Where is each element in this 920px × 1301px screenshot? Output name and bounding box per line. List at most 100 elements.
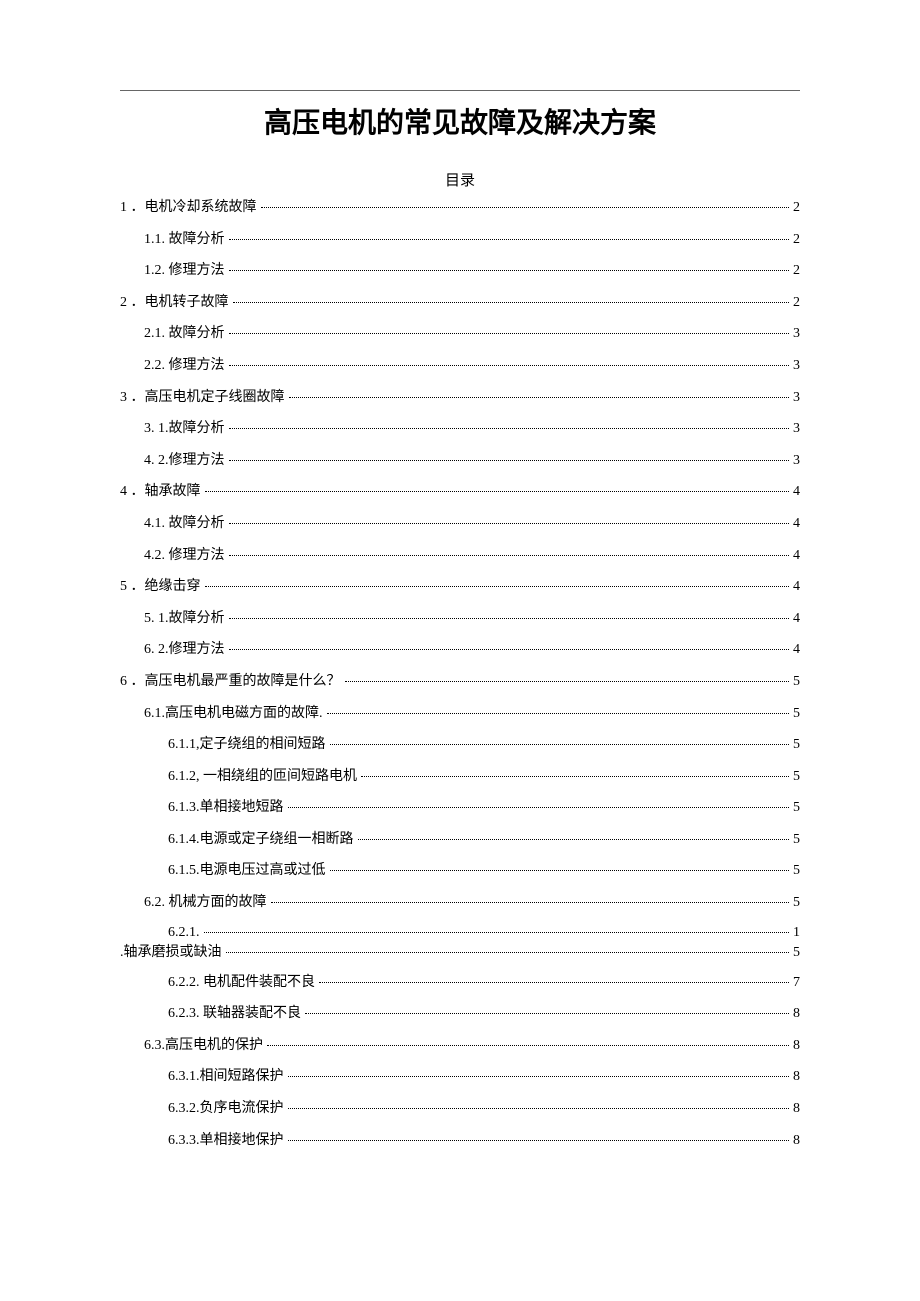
toc-entry: 4 ．轴承故障 4 [120,482,800,502]
toc-label: 3 ．高压电机定子线圈故障 [120,388,285,408]
toc-leader-dots [345,681,790,682]
toc-label: 6.2.1. [168,925,200,941]
toc-leader-dots [229,428,790,429]
toc-label: 6.2.2. 电机配件装配不良 [168,973,315,993]
toc-label: 5 ．绝缘击穿 [120,577,201,597]
toc-label: 4.1. 故障分析 [144,514,225,534]
toc-entry: 4.1. 故障分析 4 [120,514,800,534]
toc-leader-dots [288,1076,790,1077]
toc-leader-dots [288,807,790,808]
toc-label: 6.3.3.单相接地保护 [168,1131,284,1151]
toc-entry: 6.1.2, 一相绕组的匝间短路电机5 [120,767,800,787]
toc-page-number: 2 [793,198,800,218]
toc-entry: 4.2. 修理方法 4 [120,546,800,566]
toc-leader-dots [288,1108,790,1109]
toc-page-number: 4 [793,640,800,660]
toc-page-number: 8 [793,1099,800,1119]
toc-leader-dots [330,744,790,745]
toc-page-number: 3 [793,324,800,344]
toc-entry: 6. 2.修理方法 4 [120,640,800,660]
toc-label: 4 ．轴承故障 [120,482,201,502]
toc-page-number: 2 [793,261,800,281]
toc-entry: 6.3.2.负序电流保护 8 [120,1099,800,1119]
toc-entry: 6.3.3.单相接地保护 8 [120,1131,800,1151]
toc-header: 目录 [120,169,800,190]
toc-label: 6.1.4.电源或定子绕组一相断路 [168,830,354,850]
toc-label: 2 ．电机转子故障 [120,293,229,313]
toc-entry: 2 ．电机转子故障 2 [120,293,800,313]
toc-entry: 6.2. 机械方面的故障5 [120,893,800,913]
toc-label: 6.2. 机械方面的故障 [144,893,267,913]
toc-entry: 6.1.4.电源或定子绕组一相断路 5 [120,830,800,850]
toc-label: 6. 2.修理方法 [144,640,225,660]
toc-page-number: 2 [793,230,800,250]
toc-entry: 5. 1.故障分析4 [120,609,800,629]
toc-label: 1.1. 故障分析 [144,230,225,250]
toc-leader-dots [229,523,790,524]
toc-page-number: 4 [793,514,800,534]
toc-page-number: 8 [793,1036,800,1056]
toc-leader-dots [267,1045,789,1046]
toc-label: 6.1.2, 一相绕组的匝间短路电机 [168,767,357,787]
toc-page-number: 3 [793,356,800,376]
toc-page-number: 7 [793,973,800,993]
toc-label: .轴承磨损或缺油 [120,941,222,961]
toc-leader-dots [233,302,790,303]
toc-label: 6.3.2.负序电流保护 [168,1099,284,1119]
toc-leader-dots [289,397,790,398]
toc-leader-dots [205,491,790,492]
toc-leader-dots [261,207,790,208]
toc-entry: 6.1.3.单相接地短路 5 [120,798,800,818]
toc-page-number: 5 [793,704,800,724]
toc-entry: 4. 2.修理方法3 [120,451,800,471]
toc-page-number: 5 [793,798,800,818]
toc-label: 1.2. 修理方法 [144,261,225,281]
toc-page-number: 8 [793,1131,800,1151]
toc-label: 6.1.3.单相接地短路 [168,798,284,818]
toc-leader-dots [229,333,790,334]
toc-page-number: 5 [793,830,800,850]
toc-page-number: 5 [793,861,800,881]
toc-label: 6.1.高压电机电磁方面的故障. [144,704,323,724]
toc-page-number: 3 [793,451,800,471]
toc-leader-dots [327,713,790,714]
toc-entry: 6.2.3. 联轴器装配不良8 [120,1004,800,1024]
toc-page-number: 8 [793,1004,800,1024]
toc-label: 1 ．电机冷却系统故障 [120,198,257,218]
toc-leader-dots [229,365,790,366]
toc-page-number: 3 [793,388,800,408]
toc-leader-dots [229,239,790,240]
toc-leader-dots [205,586,790,587]
toc-leader-dots [229,649,790,650]
toc-entry: 6.1.5.电源电压过高或过低 5 [120,861,800,881]
toc-entry: 1.2. 修理方法 2 [120,261,800,281]
toc-entry: 6.3.1.相间短路保护8 [120,1067,800,1087]
table-of-contents: 1 ．电机冷却系统故障21.1. 故障分析21.2. 修理方法22 ．电机转子故… [120,198,800,1150]
toc-entry: 2.1. 故障分析3 [120,324,800,344]
toc-entry: 5 ．绝缘击穿4 [120,577,800,597]
toc-page-number: 4 [793,609,800,629]
document-page: 高压电机的常见故障及解决方案 目录 1 ．电机冷却系统故障21.1. 故障分析2… [0,0,920,1222]
toc-leader-dots [229,270,790,271]
toc-entry: 6 ．高压电机最严重的故障是什么？5 [120,672,800,692]
toc-leader-dots [361,776,789,777]
toc-entry: 1 ．电机冷却系统故障 2 [120,198,800,218]
toc-leader-dots [319,982,789,983]
toc-label: 6.3.高压电机的保护 [144,1036,263,1056]
toc-entry: 6.2.2. 电机配件装配不良 7 [120,973,800,993]
toc-page-number: 4 [793,546,800,566]
toc-label: 4.2. 修理方法 [144,546,225,566]
toc-leader-dots [204,932,790,933]
toc-entry: 3 ．高压电机定子线圈故障 3 [120,388,800,408]
toc-leader-dots [226,952,790,953]
toc-page-number: 2 [793,293,800,313]
toc-label: 6 ．高压电机最严重的故障是什么？ [120,672,341,692]
toc-label: 6.3.1.相间短路保护 [168,1067,284,1087]
toc-leader-dots [229,555,790,556]
toc-entry: 2.2. 修理方法3 [120,356,800,376]
toc-page-number: 4 [793,482,800,502]
toc-label: 6.1.5.电源电压过高或过低 [168,861,326,881]
toc-leader-dots [229,460,790,461]
toc-leader-dots [229,618,790,619]
toc-entry: 3. 1.故障分析3 [120,419,800,439]
